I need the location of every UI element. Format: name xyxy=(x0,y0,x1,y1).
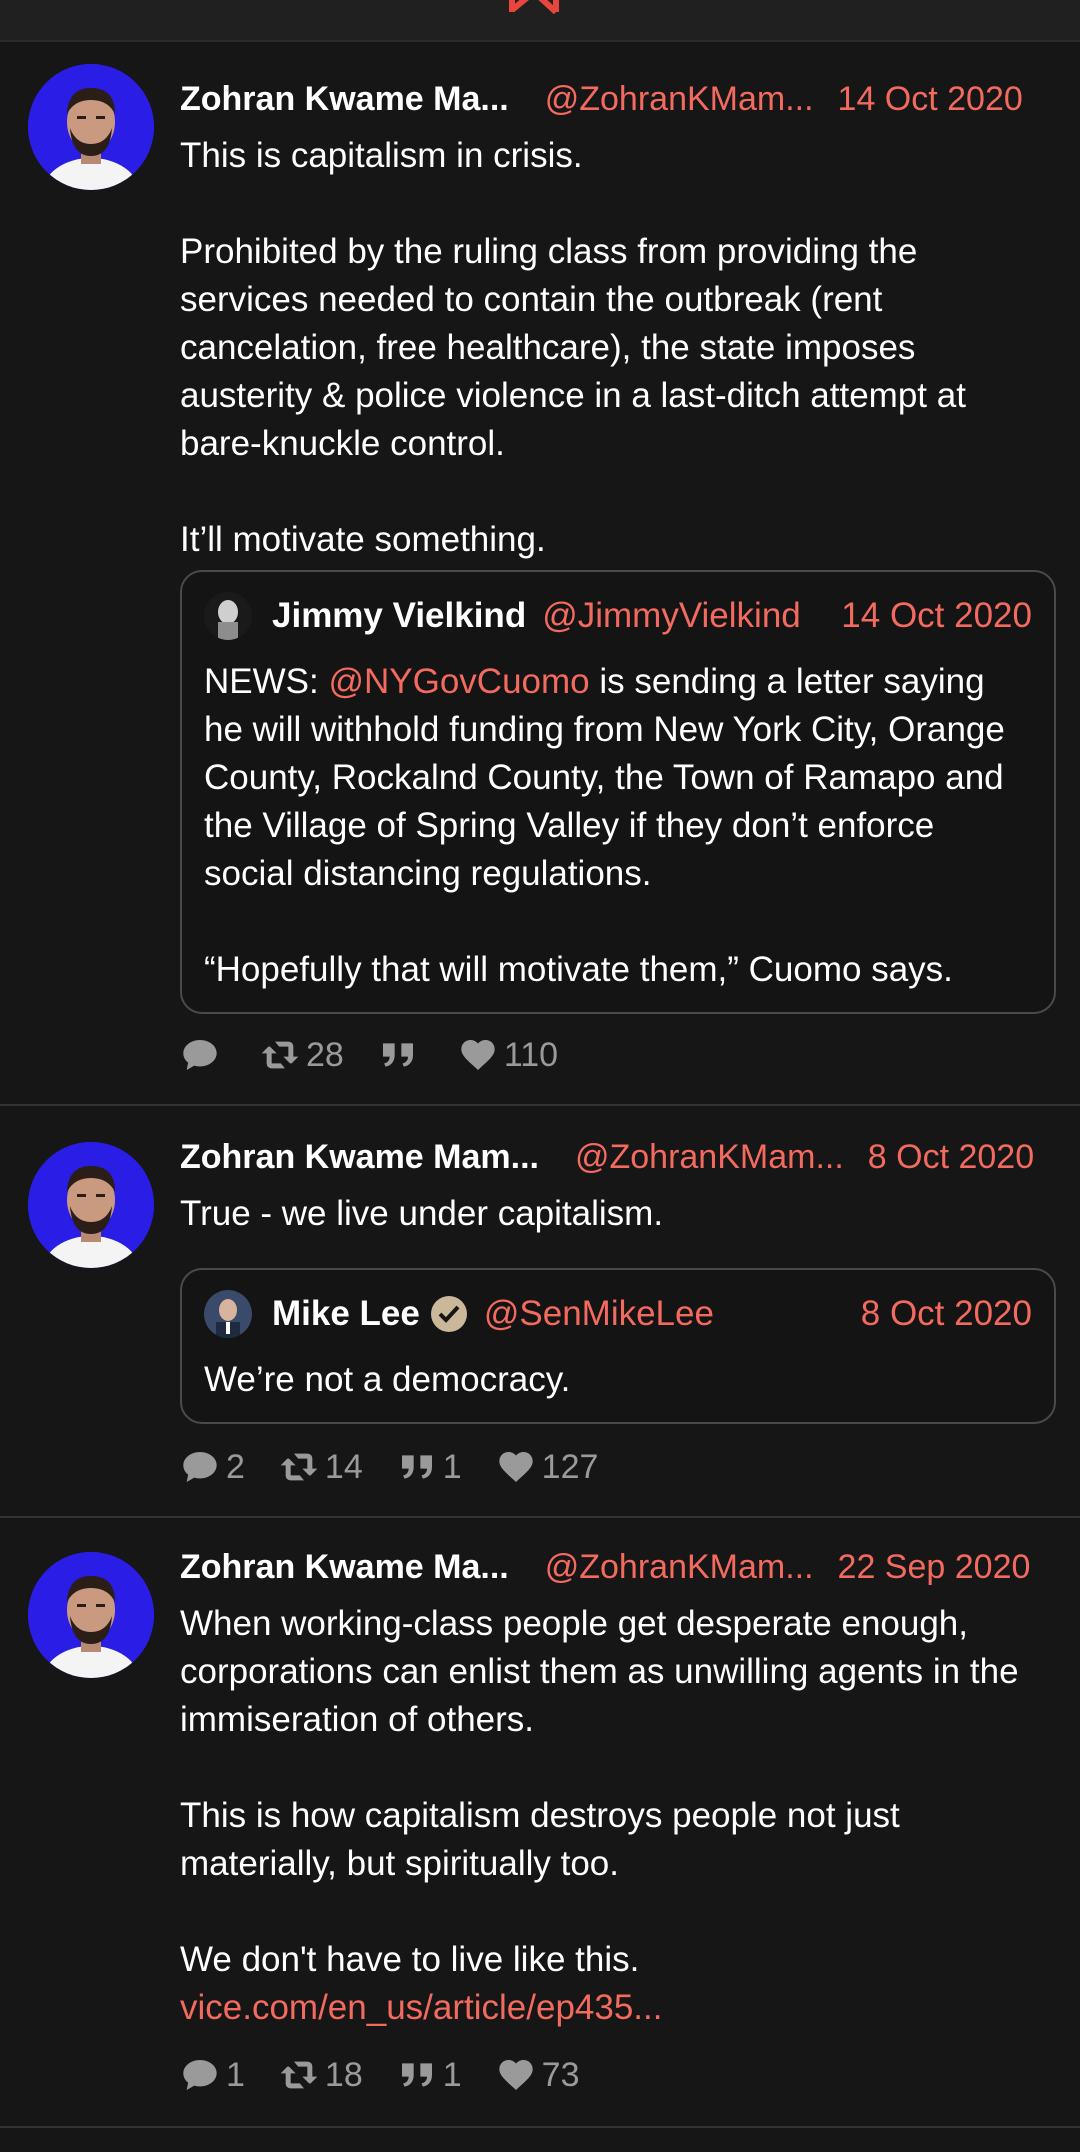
reply-button[interactable]: 1 xyxy=(180,2055,245,2095)
tweet-header: Zohran Kwame Mam... @ZohranKMam... 8 Oct… xyxy=(180,1132,1052,1182)
reply-icon xyxy=(180,1447,220,1487)
quoted-tweet-text: NEWS: @NYGovCuomo is sending a letter sa… xyxy=(204,658,1032,994)
tweet-date[interactable]: 22 Sep 2020 xyxy=(838,1548,1031,1587)
quote-icon xyxy=(378,1035,418,1075)
tweet-body: When working-class people get desperate … xyxy=(180,1604,1019,1979)
tweet-text: When working-class people get desperate … xyxy=(180,1600,1052,2032)
retweet-button[interactable]: 14 xyxy=(279,1447,363,1487)
mention-link[interactable]: @NYGovCuomo xyxy=(328,662,589,701)
tweet-actions: 1 18 1 73 xyxy=(180,2050,614,2100)
like-count: 110 xyxy=(503,1035,559,1074)
app-logo-icon xyxy=(509,0,559,15)
quoted-text-suffix: is sending a letter saying he will withh… xyxy=(204,662,1005,989)
quote-icon xyxy=(397,1447,437,1487)
tweet-actions: 28 110 xyxy=(180,1030,592,1080)
avatar[interactable] xyxy=(28,64,154,190)
quoted-author-name[interactable]: Mike Lee xyxy=(272,1294,420,1334)
quoted-avatar xyxy=(204,592,252,640)
like-count: 127 xyxy=(541,1447,599,1486)
author-name[interactable]: Zohran Kwame Ma... xyxy=(180,80,509,119)
retweet-button[interactable]: 18 xyxy=(279,2055,363,2095)
quoted-tweet-header: Mike Lee @SenMikeLee 8 Oct 2020 xyxy=(204,1286,1032,1342)
retweet-icon xyxy=(279,1447,319,1487)
quoted-tweet-header: Jimmy Vielkind @JimmyVielkind 14 Oct 202… xyxy=(204,588,1032,644)
tweet-header: Zohran Kwame Ma... @ZohranKMam... 22 Sep… xyxy=(180,1542,1052,1592)
avatar[interactable] xyxy=(28,1552,154,1678)
heart-icon xyxy=(496,1447,536,1487)
retweet-button[interactable]: 28 xyxy=(260,1035,344,1075)
tweet[interactable]: Zohran Kwame Ma... @ZohranKMam... 14 Oct… xyxy=(0,42,1080,1106)
quoted-tweet-date[interactable]: 14 Oct 2020 xyxy=(841,596,1032,636)
tweet-text: This is capitalism in crisis. Prohibited… xyxy=(180,136,966,559)
tweet-text: True - we live under capitalism. xyxy=(180,1194,664,1233)
quoted-author-handle[interactable]: @JimmyVielkind xyxy=(542,596,801,636)
quote-button[interactable] xyxy=(378,1035,424,1075)
verified-badge-icon xyxy=(430,1296,467,1332)
tweet[interactable]: Zohran Kwame Mam... @ZohranKMam... 8 Oct… xyxy=(0,1106,1080,1518)
quoted-tweet[interactable]: Mike Lee @SenMikeLee 8 Oct 2020 We’re no… xyxy=(180,1268,1056,1424)
retweet-count: 14 xyxy=(324,1447,363,1486)
author-handle[interactable]: @ZohranKMam... xyxy=(545,80,814,119)
quoted-text-prefix: NEWS: xyxy=(204,662,329,701)
tweet-actions: 2 14 1 127 xyxy=(180,1442,632,1492)
like-button[interactable]: 73 xyxy=(496,2055,580,2095)
quote-count: 1 xyxy=(442,1447,462,1486)
quote-icon xyxy=(397,2055,437,2095)
author-name[interactable]: Zohran Kwame Mam... xyxy=(180,1138,539,1177)
heart-icon xyxy=(496,2055,536,2095)
quote-button[interactable]: 1 xyxy=(397,1447,462,1487)
tweet[interactable]: Zohran Kwame Ma... @ZohranKMam... 22 Sep… xyxy=(0,1518,1080,2128)
quote-button[interactable]: 1 xyxy=(397,2055,462,2095)
author-name[interactable]: Zohran Kwame Ma... xyxy=(180,1548,509,1587)
quoted-author-handle[interactable]: @SenMikeLee xyxy=(484,1294,714,1334)
avatar[interactable] xyxy=(28,1142,154,1268)
tweet-header: Zohran Kwame Ma... @ZohranKMam... 14 Oct… xyxy=(180,74,1052,124)
tweet-date[interactable]: 8 Oct 2020 xyxy=(868,1138,1034,1177)
retweet-icon xyxy=(279,2055,319,2095)
reply-button[interactable] xyxy=(180,1035,226,1075)
reply-icon xyxy=(180,1035,220,1075)
reply-count: 1 xyxy=(226,2055,245,2094)
quoted-author-name[interactable]: Jimmy Vielkind xyxy=(272,596,526,636)
article-link[interactable]: vice.com/en_us/article/ep435... xyxy=(180,1988,662,2027)
author-handle[interactable]: @ZohranKMam... xyxy=(545,1548,814,1587)
retweet-count: 28 xyxy=(306,1035,344,1074)
quote-count: 1 xyxy=(442,2055,462,2094)
reply-count: 2 xyxy=(226,1447,245,1486)
like-button[interactable]: 110 xyxy=(458,1035,558,1075)
tweet-date[interactable]: 14 Oct 2020 xyxy=(838,80,1023,119)
author-handle[interactable]: @ZohranKMam... xyxy=(575,1138,844,1177)
retweet-icon xyxy=(260,1035,300,1075)
heart-icon xyxy=(458,1035,498,1075)
like-button[interactable]: 127 xyxy=(496,1447,599,1487)
reply-button[interactable]: 2 xyxy=(180,1447,245,1487)
quoted-tweet-text: We’re not a democracy. xyxy=(204,1360,571,1399)
top-bar xyxy=(0,0,1080,42)
quoted-tweet[interactable]: Jimmy Vielkind @JimmyVielkind 14 Oct 202… xyxy=(180,570,1056,1014)
quoted-avatar xyxy=(204,1290,252,1338)
retweet-count: 18 xyxy=(324,2055,363,2094)
like-count: 73 xyxy=(541,2055,580,2094)
quoted-tweet-date[interactable]: 8 Oct 2020 xyxy=(861,1294,1032,1334)
reply-icon xyxy=(180,2055,220,2095)
